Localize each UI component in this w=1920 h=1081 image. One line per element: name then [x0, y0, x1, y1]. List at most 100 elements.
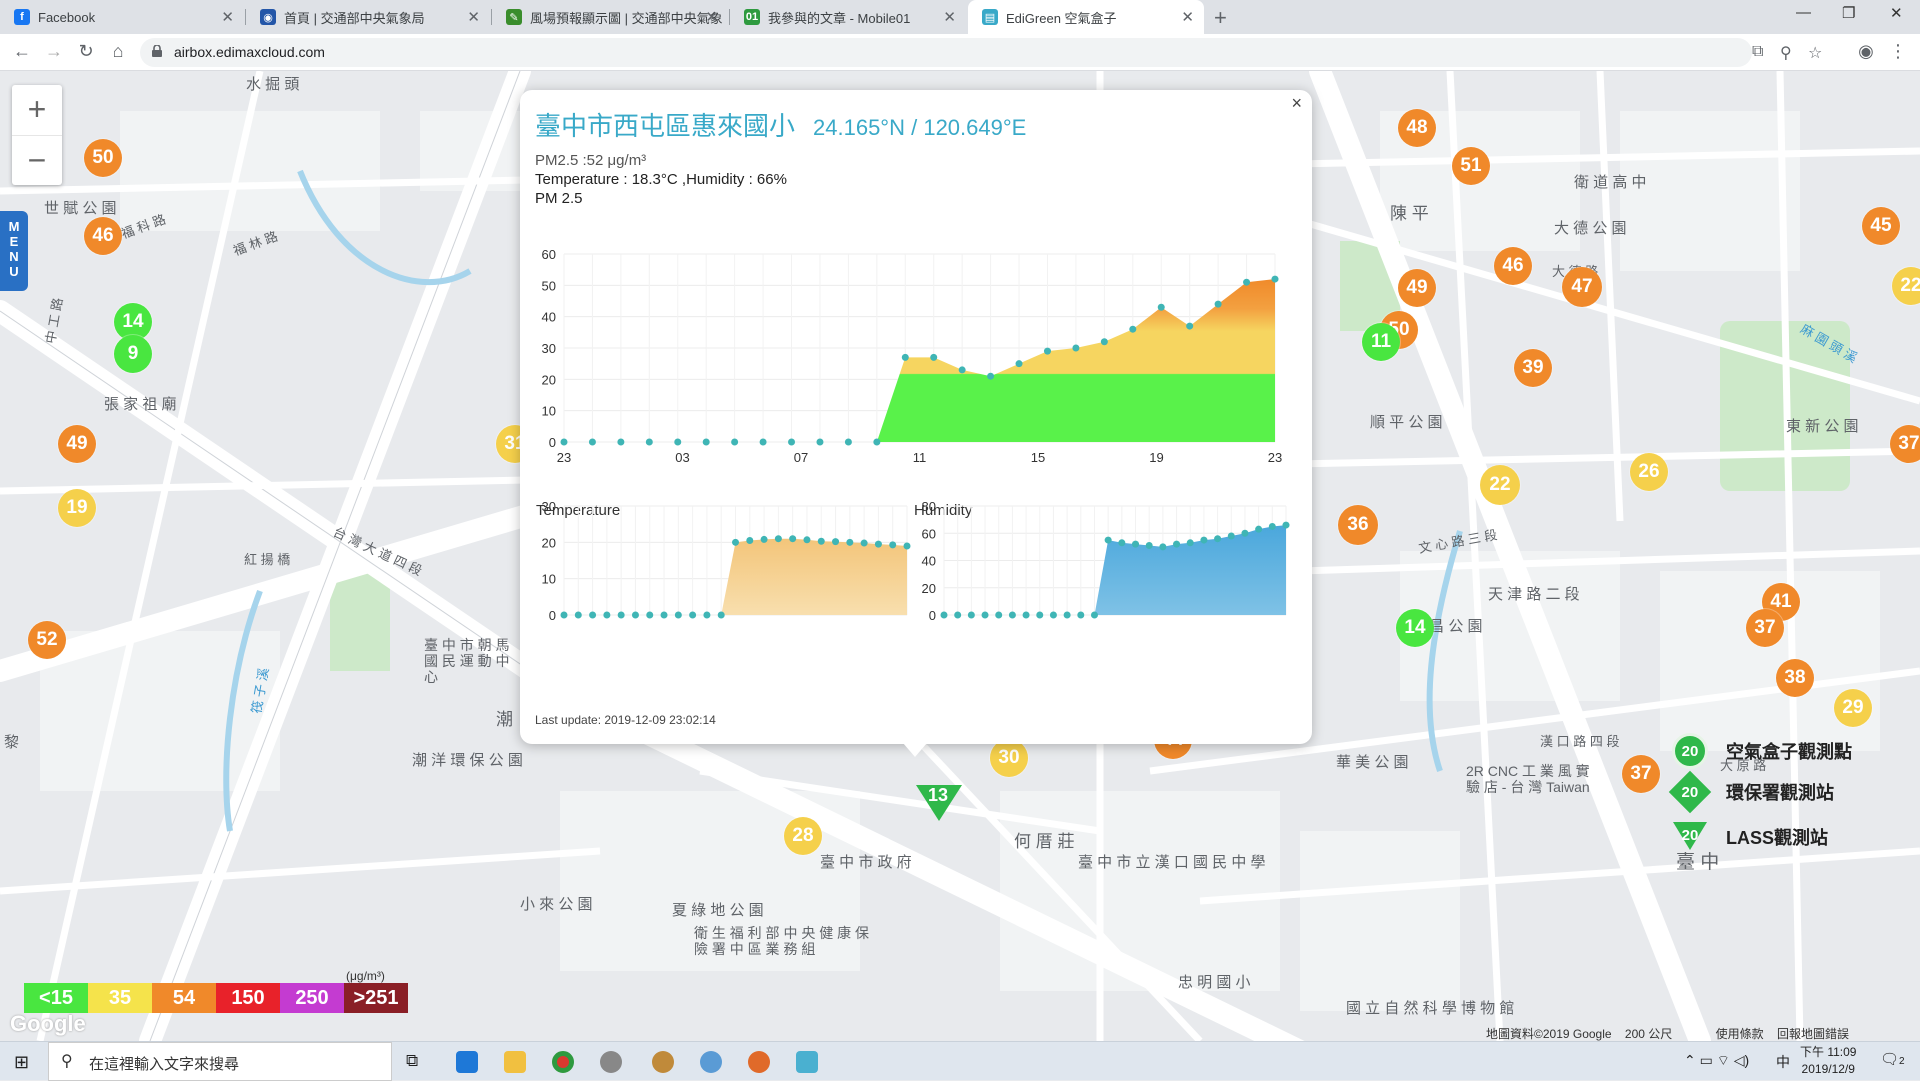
map-canvas[interactable]: 水 掘 頭 世 賦 公 園 福 科 路 福 林 路 張 家 祖 廟 中 工 路 …: [0, 71, 1920, 1041]
close-tab-icon[interactable]: ✕: [705, 8, 718, 26]
y-tick-label: 10: [542, 572, 556, 587]
data-point: [860, 539, 868, 547]
tab-mobile01[interactable]: 01 我參與的文章 - Mobile01 ✕: [730, 0, 966, 34]
restore-button[interactable]: ❐: [1842, 4, 1855, 22]
data-point: [1077, 611, 1085, 619]
airbox-sensor-marker[interactable]: 19: [58, 489, 96, 527]
airbox-sensor-marker[interactable]: 11: [1362, 323, 1400, 361]
place-label: 順 平 公 園: [1370, 414, 1443, 431]
address-bar[interactable]: airbox.edimaxcloud.com ⧉ ⚲ ☆: [140, 38, 1822, 67]
data-point: [1241, 529, 1249, 537]
data-point: [617, 438, 625, 446]
taskbar-search-box[interactable]: ⚲ 在這裡輸入文字來搜尋: [48, 1042, 392, 1081]
reload-button[interactable]: ↻: [74, 41, 98, 62]
app-icon[interactable]: [748, 1051, 770, 1073]
task-view-icon[interactable]: ⧉: [406, 1051, 418, 1071]
airbox-sensor-marker[interactable]: 29: [1834, 689, 1872, 727]
forward-button[interactable]: →: [42, 41, 66, 62]
data-point: [689, 611, 697, 619]
windows-start-icon[interactable]: ⊞: [14, 1052, 29, 1073]
notification-icon[interactable]: 🗨2: [1880, 1050, 1905, 1068]
data-point: [1186, 539, 1194, 547]
menu-kebab-icon[interactable]: ⋮: [1886, 41, 1910, 62]
close-tab-icon[interactable]: ✕: [467, 8, 480, 26]
tab-facebook[interactable]: f Facebook ✕: [0, 0, 244, 34]
zoom-icon[interactable]: ⚲: [1780, 43, 1792, 63]
close-tab-icon[interactable]: ✕: [1181, 8, 1194, 26]
y-tick-label: 40: [922, 554, 936, 569]
y-tick-label: 40: [542, 310, 556, 325]
airbox-sensor-marker[interactable]: 28: [784, 817, 822, 855]
app-icon[interactable]: [700, 1051, 722, 1073]
menu-tab[interactable]: MENU: [0, 211, 28, 291]
airbox-sensor-marker[interactable]: 37: [1622, 755, 1660, 793]
lass-station-marker[interactable]: 13: [914, 783, 964, 823]
data-point: [788, 438, 796, 446]
x-tick-label: 23: [1268, 450, 1282, 465]
airbox-sensor-marker[interactable]: 49: [58, 425, 96, 463]
data-point: [660, 611, 668, 619]
bookmark-star-icon[interactable]: ☆: [1808, 43, 1822, 63]
zoom-in-button[interactable]: +: [12, 85, 62, 135]
airbox-sensor-marker[interactable]: 46: [84, 217, 122, 255]
airbox-sensor-marker[interactable]: 38: [1776, 659, 1814, 697]
legend-label: 空氣盒子觀測點: [1726, 742, 1852, 762]
legend-lass[interactable]: 20 LASS觀測站: [1672, 819, 1828, 855]
airbox-sensor-marker[interactable]: 22: [1480, 465, 1520, 505]
window-close-button[interactable]: ✕: [1890, 4, 1903, 22]
airbox-sensor-marker[interactable]: 37: [1746, 609, 1784, 647]
edge-icon[interactable]: [456, 1051, 478, 1073]
minimize-button[interactable]: —: [1796, 4, 1811, 21]
tab-cwb-home[interactable]: ◉ 首頁 | 交通部中央氣象局 ✕: [246, 0, 490, 34]
airbox-sensor-marker[interactable]: 48: [1398, 109, 1436, 147]
data-point: [889, 541, 897, 549]
back-button[interactable]: ←: [10, 41, 34, 62]
airbox-sensor-marker[interactable]: 39: [1514, 349, 1552, 387]
app-icon[interactable]: [796, 1051, 818, 1073]
data-point: [1049, 611, 1057, 619]
data-point: [1271, 275, 1279, 283]
place-label: 臺 中 市 政 府: [820, 854, 912, 871]
airbox-sensor-marker[interactable]: 52: [28, 621, 66, 659]
x-tick-label: 19: [1149, 450, 1163, 465]
home-button[interactable]: ⌂: [106, 41, 130, 62]
app-icon[interactable]: [600, 1051, 622, 1073]
airbox-sensor-marker[interactable]: 26: [1630, 453, 1668, 491]
y-tick-label: 20: [542, 372, 556, 387]
terms-link[interactable]: 使用條款: [1716, 1027, 1764, 1041]
data-point: [967, 611, 975, 619]
system-tray-icons[interactable]: ⌃ ▭ ⌔ ◁): [1684, 1052, 1749, 1070]
airbox-sensor-marker[interactable]: 51: [1452, 147, 1490, 185]
close-tab-icon[interactable]: ✕: [221, 8, 234, 26]
place-label: 水 掘 頭: [246, 76, 300, 93]
data-point: [1159, 543, 1167, 551]
popup-pointer: [903, 743, 927, 757]
legend-epa[interactable]: 20 環保署觀測站: [1668, 770, 1834, 814]
taskbar-clock[interactable]: 下午 11:09 2019/12/9: [1800, 1044, 1856, 1078]
airbox-sensor-marker[interactable]: 37: [1890, 425, 1920, 463]
zoom-out-button[interactable]: −: [12, 135, 62, 185]
airbox-sensor-marker[interactable]: 49: [1398, 269, 1436, 307]
airbox-sensor-marker[interactable]: 9: [114, 335, 152, 373]
tab-wind-forecast[interactable]: ✎ 風場預報顯示圖 | 交通部中央氣象 ✕: [492, 0, 728, 34]
airbox-sensor-marker[interactable]: 45: [1862, 207, 1900, 245]
app-icon[interactable]: [652, 1051, 674, 1073]
ime-indicator[interactable]: 中: [1776, 1052, 1790, 1072]
tab-edigreen[interactable]: ▤ EdiGreen 空氣盒子 ✕: [968, 0, 1204, 34]
search-icon: ⚲: [61, 1053, 73, 1070]
file-explorer-icon[interactable]: [504, 1051, 526, 1073]
airbox-sensor-marker[interactable]: 47: [1562, 267, 1602, 307]
close-tab-icon[interactable]: ✕: [943, 8, 956, 26]
data-point: [1129, 325, 1137, 333]
new-tab-button[interactable]: +: [1214, 5, 1227, 31]
report-error-link[interactable]: 回報地圖錯誤: [1777, 1027, 1849, 1041]
airbox-sensor-marker[interactable]: 50: [84, 139, 122, 177]
airbox-sensor-marker[interactable]: 46: [1494, 247, 1532, 285]
airbox-sensor-marker[interactable]: 36: [1338, 505, 1378, 545]
legend-airbox[interactable]: 20 空氣盒子觀測點: [1672, 733, 1852, 769]
translate-icon[interactable]: ⧉: [1752, 43, 1763, 61]
airbox-sensor-marker[interactable]: 14: [1396, 609, 1434, 647]
profile-icon[interactable]: ◉: [1854, 41, 1878, 62]
airbox-sensor-marker[interactable]: 30: [990, 739, 1028, 777]
chrome-icon[interactable]: [552, 1051, 574, 1073]
